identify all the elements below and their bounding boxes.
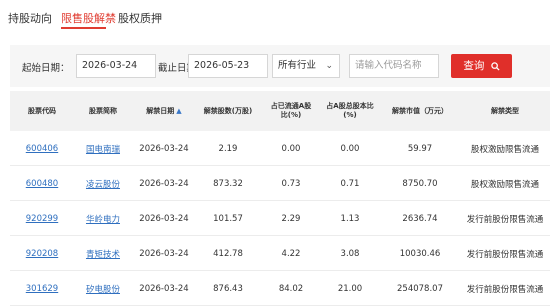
unlock-shares: 412.78 bbox=[213, 248, 243, 259]
stock-code-link[interactable]: 920299 bbox=[12, 201, 72, 236]
table-row: 600480 凌云股份 2026-03-24 873.32 0.73 0.71 … bbox=[10, 166, 550, 201]
total-pct: 21.00 bbox=[337, 283, 363, 294]
float-pct: 0.00 bbox=[281, 143, 301, 154]
total-pct: 0.71 bbox=[340, 178, 360, 189]
unlock-type: 股权激励限售流通 bbox=[470, 179, 539, 190]
market-value: 254078.07 bbox=[397, 283, 443, 294]
unlock-date: 2026-03-24 bbox=[139, 213, 189, 224]
stock-name-link[interactable]: 华岭电力 bbox=[72, 201, 134, 236]
top-tabs: 持股动向 限售股解禁 股权质押 bbox=[0, 0, 559, 36]
start-date-label: 起始日期： bbox=[22, 63, 70, 74]
table-row: 301629 矽电股份 2026-03-24 876.43 84.02 21.0… bbox=[10, 271, 550, 306]
active-tab-underline bbox=[61, 27, 106, 29]
unlock-shares: 2.19 bbox=[218, 143, 238, 154]
market-value: 59.97 bbox=[407, 143, 433, 154]
col-header-market-value[interactable]: 解禁市值（万元） bbox=[380, 91, 460, 131]
unlock-date: 2026-03-24 bbox=[139, 178, 189, 189]
col-header-name[interactable]: 股票简称 bbox=[72, 91, 134, 131]
float-pct: 84.02 bbox=[278, 283, 304, 294]
unlock-type: 股权激励限售流通 bbox=[470, 144, 539, 155]
col-header-total-pct[interactable]: 占A股总股本比(%) bbox=[320, 91, 380, 131]
tab-holding-trend[interactable]: 持股动向 bbox=[8, 10, 52, 26]
stock-code-link[interactable]: 920208 bbox=[12, 236, 72, 271]
col-header-code[interactable]: 股票代码 bbox=[12, 91, 72, 131]
stock-name-link[interactable]: 青矩技术 bbox=[72, 236, 134, 271]
col-header-date[interactable]: 解禁日期 ▲ bbox=[134, 91, 194, 131]
stock-code-link[interactable]: 600406 bbox=[12, 131, 72, 166]
industry-select-value: 所有行业 bbox=[278, 60, 317, 71]
unlock-shares: 873.32 bbox=[213, 178, 243, 189]
query-button-label: 查询 bbox=[463, 60, 485, 72]
stock-code-link[interactable]: 600480 bbox=[12, 166, 72, 201]
stock-name-link[interactable]: 凌云股份 bbox=[72, 166, 134, 201]
tab-restricted-unlock[interactable]: 限售股解禁 bbox=[61, 10, 116, 26]
float-pct: 0.73 bbox=[281, 178, 301, 189]
unlock-type: 发行前股份限售流通 bbox=[466, 284, 544, 295]
industry-select[interactable]: 所有行业 ⌄ bbox=[272, 54, 340, 78]
unlock-type: 发行前股份限售流通 bbox=[466, 249, 544, 260]
tab-equity-pledge[interactable]: 股权质押 bbox=[118, 10, 162, 26]
float-pct: 4.22 bbox=[281, 248, 301, 259]
query-button[interactable]: 查询 bbox=[451, 54, 512, 78]
unlock-date: 2026-03-24 bbox=[139, 143, 189, 154]
search-icon bbox=[490, 56, 500, 80]
end-date-input[interactable]: 2026-05-23 bbox=[188, 54, 268, 78]
col-header-shares[interactable]: 解禁股数(万股) bbox=[194, 91, 262, 131]
chevron-down-icon: ⌄ bbox=[325, 61, 333, 71]
filter-bar: 起始日期： 2026-03-24 截止日期： 2026-05-23 所有行业 ⌄… bbox=[10, 45, 550, 87]
market-value: 10030.46 bbox=[399, 248, 441, 259]
stock-name-link[interactable]: 矽电股份 bbox=[72, 271, 134, 306]
unlock-date: 2026-03-24 bbox=[139, 248, 189, 259]
start-date-input[interactable]: 2026-03-24 bbox=[76, 54, 156, 78]
table-row: 600406 国电南瑞 2026-03-24 2.19 0.00 0.00 59… bbox=[10, 131, 550, 166]
unlock-shares: 876.43 bbox=[213, 283, 243, 294]
table-row: 920208 青矩技术 2026-03-24 412.78 4.22 3.08 … bbox=[10, 236, 550, 271]
unlock-type: 发行前股份限售流通 bbox=[466, 214, 544, 225]
market-value: 2636.74 bbox=[402, 213, 438, 224]
total-pct: 3.08 bbox=[340, 248, 360, 259]
float-pct: 2.29 bbox=[281, 213, 301, 224]
table-row: 920299 华岭电力 2026-03-24 101.57 2.29 1.13 … bbox=[10, 201, 550, 236]
col-header-type[interactable]: 解禁类型 bbox=[460, 91, 550, 131]
market-value: 8750.70 bbox=[402, 178, 438, 189]
stock-code-link[interactable]: 301629 bbox=[12, 271, 72, 306]
total-pct: 0.00 bbox=[340, 143, 360, 154]
total-pct: 1.13 bbox=[340, 213, 360, 224]
search-input[interactable]: 请输入代码名称 bbox=[349, 54, 439, 78]
col-header-float-pct[interactable]: 占已流通A股比(%) bbox=[262, 91, 320, 131]
unlock-date: 2026-03-24 bbox=[139, 283, 189, 294]
stock-name-link[interactable]: 国电南瑞 bbox=[72, 131, 134, 166]
sort-arrow-icon[interactable]: ▲ bbox=[176, 107, 181, 116]
table-header: 股票代码 股票简称 解禁日期 ▲ 解禁股数(万股) 占已流通A股比(%) 占A股总… bbox=[10, 91, 550, 131]
col-header-date-label: 解禁日期 bbox=[146, 106, 175, 115]
unlock-shares: 101.57 bbox=[213, 213, 243, 224]
